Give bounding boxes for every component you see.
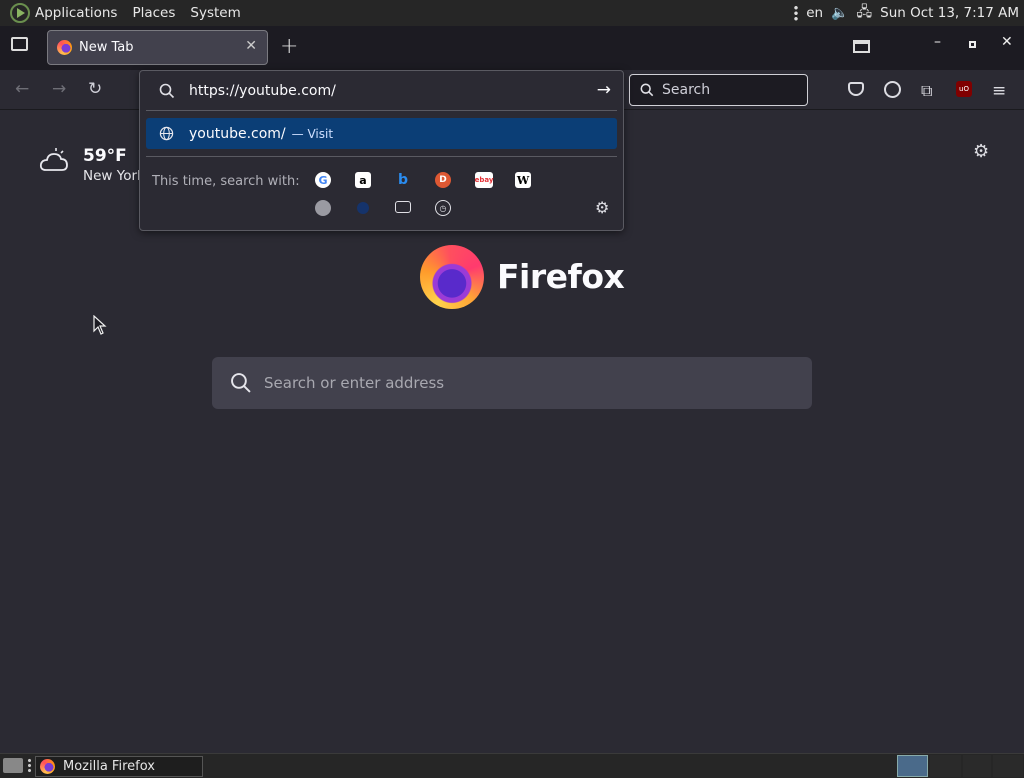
weather-widget[interactable]: 59°F New York <box>38 146 145 184</box>
firefox-wordmark: Firefox <box>497 257 625 296</box>
window-list-icon[interactable] <box>853 40 870 53</box>
toolbar-search-box[interactable]: Search <box>629 74 808 106</box>
reload-icon[interactable]: ↻ <box>88 79 102 99</box>
volume-icon[interactable]: 🔈 <box>831 5 848 21</box>
url-suggestion-row[interactable]: youtube.com/ — Visit <box>146 118 617 149</box>
tab-list-icon[interactable] <box>11 37 28 51</box>
go-arrow-icon[interactable]: → <box>597 80 611 100</box>
duckduckgo-engine-icon[interactable]: D <box>435 172 451 188</box>
places-menu[interactable]: Places <box>132 5 175 21</box>
main-search-placeholder: Search or enter address <box>264 374 445 392</box>
tab-title: New Tab <box>79 40 134 55</box>
firefox-favicon-icon <box>57 40 72 55</box>
workspace-switcher[interactable] <box>897 755 928 777</box>
workspace-2[interactable] <box>930 755 961 777</box>
workspace-4[interactable] <box>993 755 1023 777</box>
back-icon[interactable]: ← <box>15 79 29 99</box>
keyboard-layout[interactable]: en <box>806 5 823 21</box>
system-top-panel: Applications Places System en 🔈 🖧 Sun Oc… <box>0 0 1024 26</box>
menu-icon[interactable]: ≡ <box>992 81 1006 101</box>
bookmarks-icon[interactable] <box>357 202 369 214</box>
firefox-logo-icon <box>420 245 484 309</box>
firefox-favicon-icon <box>40 759 55 774</box>
account-icon[interactable] <box>884 81 901 98</box>
url-bar[interactable]: https://youtube.com/ → <box>140 71 623 111</box>
new-tab-button[interactable]: + <box>280 34 298 59</box>
amazon-engine-icon[interactable]: a <box>355 172 371 188</box>
forward-icon[interactable]: → <box>52 79 66 99</box>
suggestion-url: youtube.com/ <box>189 125 286 142</box>
tab-new-tab[interactable]: New Tab ✕ <box>47 30 268 65</box>
google-engine-icon[interactable]: G <box>315 172 331 188</box>
system-tray: en 🔈 🖧 Sun Oct 13, 7:17 AM <box>794 0 1024 26</box>
maximize-icon[interactable] <box>969 41 976 48</box>
taskbar: Mozilla Firefox <box>0 753 1024 778</box>
divider <box>146 110 617 111</box>
ebay-engine-icon[interactable]: ebay <box>475 172 493 188</box>
tabs-icon[interactable] <box>395 201 411 213</box>
search-icon <box>159 83 175 99</box>
workspace-3[interactable] <box>963 755 991 777</box>
search-placeholder: Search <box>662 82 711 98</box>
page-settings-icon[interactable]: ⚙ <box>973 141 989 162</box>
suggestion-action: — Visit <box>291 126 334 141</box>
system-menu[interactable]: System <box>190 5 240 21</box>
globe-icon <box>159 126 174 141</box>
extensions-icon[interactable]: ⧉ <box>921 81 932 101</box>
cloud-sun-icon <box>39 148 68 171</box>
search-engine-icon[interactable] <box>315 200 331 216</box>
url-input[interactable]: https://youtube.com/ <box>189 83 336 99</box>
tab-strip: New Tab ✕ + – ✕ <box>0 26 1024 70</box>
ublock-icon[interactable]: uO <box>956 81 972 97</box>
tray-handle-icon[interactable] <box>794 5 799 21</box>
apps-logo-icon[interactable] <box>10 3 30 23</box>
divider <box>146 156 617 157</box>
search-icon <box>231 373 251 393</box>
wikipedia-engine-icon[interactable]: W <box>515 172 531 188</box>
taskbar-firefox-window[interactable]: Mozilla Firefox <box>35 756 203 777</box>
engine-settings-icon[interactable]: ⚙ <box>595 198 609 217</box>
applications-menu[interactable]: Applications <box>35 5 117 21</box>
history-icon[interactable]: ◷ <box>435 200 451 216</box>
taskbar-window-title: Mozilla Firefox <box>63 759 155 774</box>
network-icon[interactable]: 🖧 <box>857 1 873 25</box>
minimize-icon[interactable]: – <box>934 34 941 50</box>
main-search-bar[interactable]: Search or enter address <box>212 357 812 409</box>
mouse-cursor-icon <box>93 315 107 335</box>
taskbar-handle-icon[interactable] <box>28 758 31 773</box>
search-icon <box>640 83 654 97</box>
url-bar-dropdown: https://youtube.com/ → youtube.com/ — Vi… <box>139 70 624 231</box>
close-window-icon[interactable]: ✕ <box>1001 34 1013 50</box>
weather-temp: 59°F <box>83 146 127 166</box>
show-desktop-icon[interactable] <box>3 758 23 773</box>
engines-label: This time, search with: <box>152 174 300 189</box>
clock[interactable]: Sun Oct 13, 7:17 AM <box>880 5 1019 21</box>
bing-engine-icon[interactable]: b <box>395 172 411 188</box>
weather-city: New York <box>83 168 145 184</box>
close-tab-icon[interactable]: ✕ <box>245 38 257 54</box>
